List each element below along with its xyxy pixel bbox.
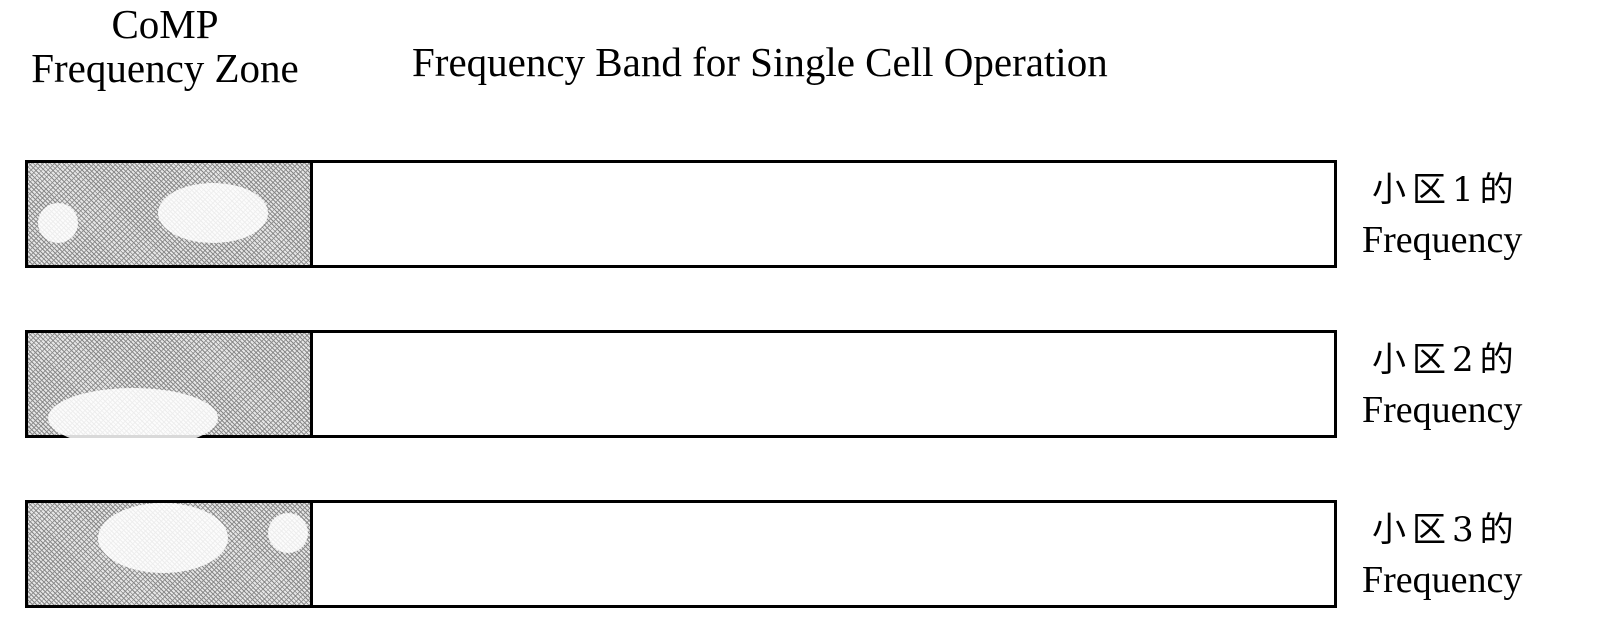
cell-1-frequency-bar — [25, 160, 1337, 268]
comp-label-line1: CoMP — [111, 1, 219, 47]
cell-3-comp-zone — [28, 503, 313, 605]
cell-2-label-line2: Frequency — [1362, 389, 1523, 431]
cell-3-label: 小区3的 Frequency — [1362, 505, 1522, 605]
cell-3-label-line1: 小区3的 — [1372, 510, 1520, 550]
cell-1-label: 小区1的 Frequency — [1362, 165, 1522, 265]
comp-frequency-zone-label: CoMP Frequency Zone — [0, 2, 330, 90]
cell-1-comp-zone — [28, 163, 313, 265]
cell-2-label: 小区2的 Frequency — [1362, 335, 1522, 435]
cell-1-label-line2: Frequency — [1362, 219, 1523, 261]
single-cell-band-label: Frequency Band for Single Cell Operation — [412, 39, 1108, 85]
cell-3-label-line2: Frequency — [1362, 559, 1523, 601]
cell-2-label-line1: 小区2的 — [1372, 340, 1520, 380]
cell-3-frequency-bar — [25, 500, 1337, 608]
cell-1-label-line1: 小区1的 — [1372, 170, 1520, 210]
comp-label-line2: Frequency Zone — [31, 45, 299, 91]
cell-2-frequency-bar — [25, 330, 1337, 448]
cell-2-comp-zone — [28, 333, 313, 448]
